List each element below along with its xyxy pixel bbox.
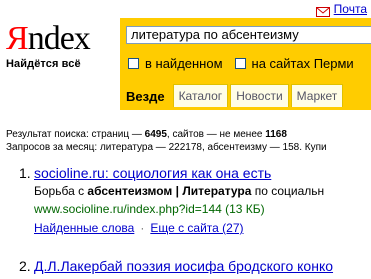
region-checkbox[interactable]: на сайтах Перми <box>234 56 354 71</box>
result-title-link[interactable]: socioline.ru: социология как она есть <box>34 165 271 181</box>
tab-catalog[interactable]: Каталог <box>172 84 229 107</box>
link-separator: · <box>140 221 145 235</box>
result-number: 2. <box>19 258 31 274</box>
result-links: Найденные слова · Еще с сайта (27) <box>34 221 324 235</box>
search-result: 2. Д.Л.Лакербай поэзия иосифа бродского … <box>19 258 333 274</box>
yandex-logo[interactable]: Яndex Найдётся всё <box>6 20 98 71</box>
stats-sites: 1168 <box>265 129 287 140</box>
search-options: в найденном на сайтах Перми <box>128 56 354 71</box>
stats-prefix: Результат поиска: страниц — <box>6 129 145 140</box>
more-from-site-link[interactable]: Еще с сайта (27) <box>150 221 243 235</box>
checkbox-box[interactable] <box>128 58 139 69</box>
mail-icon[interactable] <box>315 4 330 17</box>
logo-first-letter: Я <box>6 20 29 57</box>
result-url: www.socioline.ru/index.php?id=144 (13 КБ… <box>34 202 265 216</box>
checkbox-box[interactable] <box>234 58 246 69</box>
mail-link[interactable]: Почта <box>334 2 367 16</box>
snippet-part: Борьба с <box>34 184 88 198</box>
snippet-part: | <box>172 184 183 198</box>
logo-rest: ndex <box>27 20 91 57</box>
in-found-label: в найденном <box>145 56 223 71</box>
search-result: 1. socioline.ru: социология как она есть… <box>19 165 324 235</box>
stats-mid: , сайтов — не менее <box>166 129 266 140</box>
search-panel: литература по абсентеизму в найденном на… <box>120 18 371 110</box>
in-found-checkbox[interactable]: в найденном <box>128 56 223 71</box>
search-input[interactable]: литература по абсентеизму <box>126 26 371 44</box>
result-title-link[interactable]: Д.Л.Лакербай поэзия иосифа бродского кон… <box>34 258 333 274</box>
search-stats: Результат поиска: страниц — 6495, сайтов… <box>6 128 327 154</box>
found-words-link[interactable]: Найденные слова <box>34 221 134 235</box>
snippet-highlight: абсентеизмом <box>87 184 173 198</box>
result-number: 1. <box>19 165 31 181</box>
snippet-highlight: Литература <box>182 184 252 198</box>
result-snippet: Борьба с абсентеизмом | Литература по со… <box>34 184 324 198</box>
stats-line-2: Запросов за месяц: литература — 222178, … <box>6 142 327 153</box>
snippet-part: по социальн <box>251 184 325 198</box>
mail-link-group[interactable]: Почта <box>315 0 367 18</box>
tab-news[interactable]: Новости <box>230 84 289 107</box>
stats-pages: 6495 <box>144 129 167 140</box>
search-tabs: Везде Каталог Новости Маркет <box>120 82 345 110</box>
logo-slogan: Найдётся всё <box>6 58 81 70</box>
tab-market[interactable]: Маркет <box>290 84 344 107</box>
stats-line-1: Результат поиска: страниц — 6495, сайтов… <box>6 128 327 141</box>
tab-everywhere[interactable]: Везде <box>120 82 171 110</box>
region-label: на сайтах Перми <box>251 56 354 71</box>
